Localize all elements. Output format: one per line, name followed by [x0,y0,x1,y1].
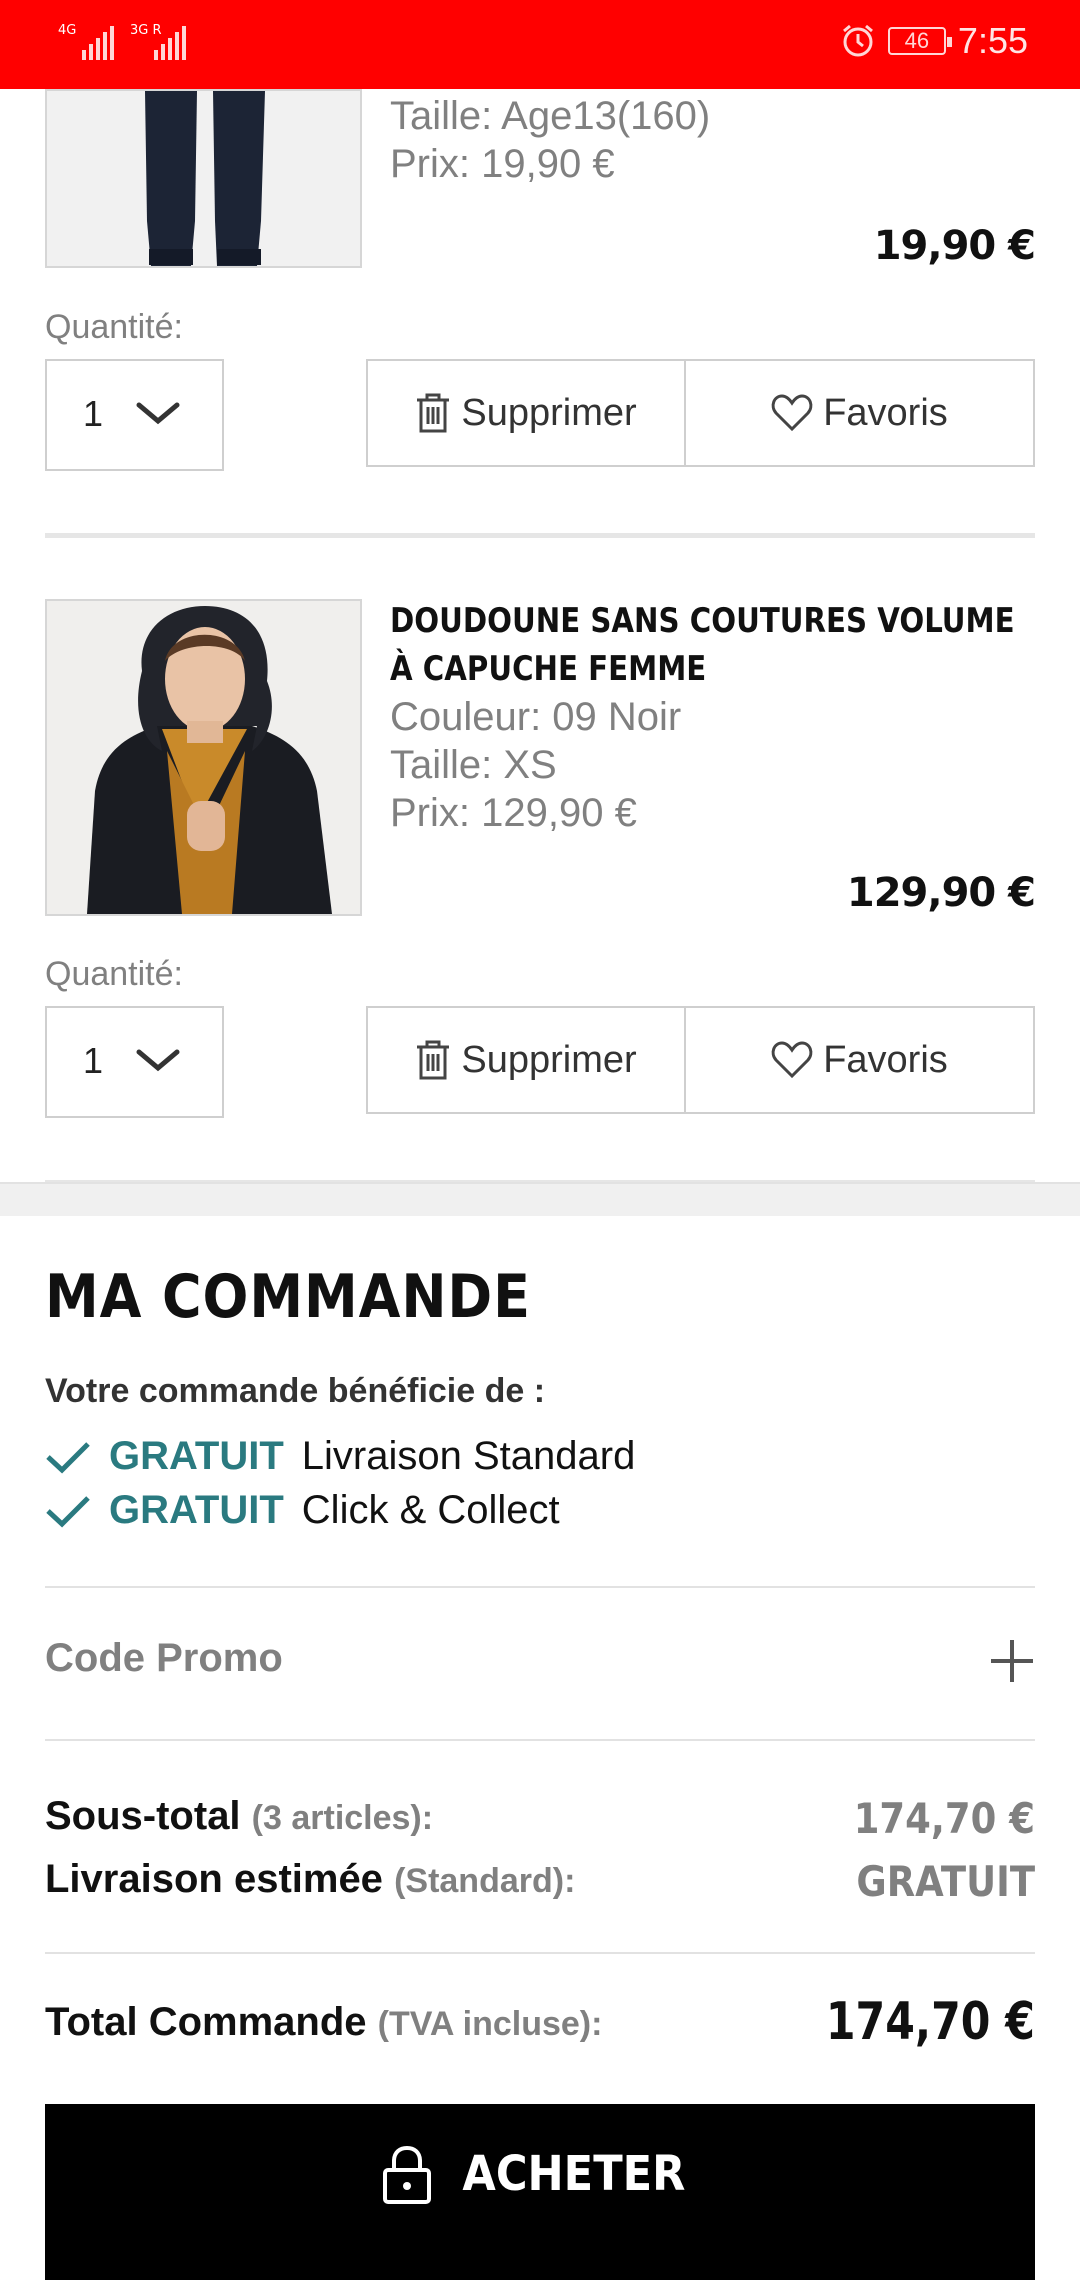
shipping-note: (Standard): [394,1862,576,1900]
favorite-label: Favoris [823,1038,948,1081]
check-icon [46,1441,90,1473]
product-image[interactable] [45,599,362,916]
signal-icon: 4G [58,24,114,60]
product-size: Taille: Age13(160) [390,94,711,138]
product-title: DOUDOUNE SANS COUTURES VOLUME [390,601,1015,641]
product-price: 129,90 € [846,870,1036,916]
lock-icon [383,2146,432,2204]
status-bar: 4G 3G R 46 7:55 [0,0,1080,89]
section-separator [0,1182,1080,1216]
heart-icon [771,1041,813,1079]
quantity-select[interactable]: 1 [45,1006,224,1118]
delete-label: Supprimer [461,1038,637,1081]
battery-level: 46 [904,28,930,53]
delete-button[interactable]: Supprimer [368,1008,686,1112]
trash-icon [417,393,450,433]
quantity-label: Quantité: [45,955,183,993]
buy-label: ACHETER [462,2146,686,2202]
shipping-label: Livraison estimée (Standard): [45,1857,575,1902]
total-label: Total Commande (TVA incluse): [45,2000,602,2045]
quantity-value: 1 [83,393,104,434]
product-unit-price: Prix: 19,90 € [390,142,615,186]
promo-code-toggle[interactable]: Code Promo [45,1636,283,1681]
network-type-label: 3G R [130,23,162,38]
battery-icon: 46 [887,27,952,55]
divider [45,1952,1035,1954]
signal-icon: 3G R [130,24,186,60]
total-note: (TVA incluse): [377,2005,603,2043]
trash-icon [417,1040,450,1080]
quantity-label: Quantité: [45,308,183,346]
divider [45,1739,1035,1741]
chevron-down-icon [136,1049,180,1072]
quantity-select[interactable]: 1 [45,359,224,471]
total-value: 174,70 € [825,1992,1035,2052]
product-title: À CAPUCHE FEMME [390,649,707,689]
order-title: MA COMMANDE [45,1262,531,1332]
benefit-item: GRATUIT Livraison Standard [45,1434,635,1479]
product-details: Taille: Age13(160) Prix: 19,90 € [390,92,1035,188]
chevron-down-icon [136,402,180,425]
product-size: Taille: XS [390,743,557,787]
product-details: DOUDOUNE SANS COUTURES VOLUME À CAPUCHE … [390,597,1035,837]
subtotal-value: 174,70 € [853,1794,1035,1843]
product-image[interactable] [45,89,362,268]
subtotal-label: Sous-total (3 articles): [45,1794,433,1839]
buy-button[interactable]: ACHETER [45,2104,1035,2280]
favorite-button[interactable]: Favoris [686,1008,1033,1112]
alarm-icon [842,24,873,57]
quantity-value: 1 [83,1040,104,1081]
item-divider [45,533,1035,538]
delete-label: Supprimer [461,391,637,434]
benefit-text: Click & Collect [301,1488,560,1532]
clock: 7:55 [957,20,1028,61]
benefit-text: Livraison Standard [301,1434,636,1478]
shipping-label-text: Livraison estimée [45,1857,383,1901]
heart-icon [771,394,813,432]
check-icon [46,1495,90,1527]
product-color: Couleur: 09 Noir [390,695,682,739]
item-actions: Supprimer Favoris [366,359,1035,467]
plus-icon[interactable] [989,1638,1035,1684]
total-label-text: Total Commande [45,2000,367,2044]
subtotal-note: (3 articles): [251,1799,434,1837]
item-actions: Supprimer Favoris [366,1006,1035,1114]
subtotal-label-text: Sous-total [45,1794,241,1838]
divider [45,1586,1035,1588]
product-price: 19,90 € [873,223,1036,269]
product-unit-price: Prix: 129,90 € [390,791,637,835]
benefit-free-label: GRATUIT [109,1488,284,1532]
network-type-label: 4G [58,23,77,38]
benefit-free-label: GRATUIT [109,1434,284,1478]
shipping-value: GRATUIT [856,1857,1035,1906]
favorite-button[interactable]: Favoris [686,361,1033,465]
delete-button[interactable]: Supprimer [368,361,686,465]
benefit-intro: Votre commande bénéficie de : [45,1372,546,1410]
favorite-label: Favoris [823,391,948,434]
benefit-item: GRATUIT Click & Collect [45,1488,560,1533]
